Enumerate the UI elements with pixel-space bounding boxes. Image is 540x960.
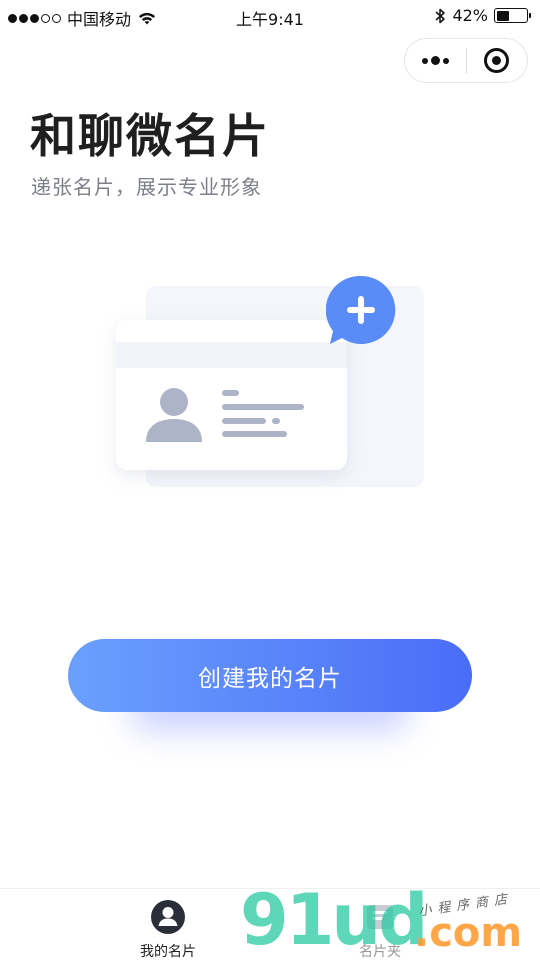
close-target-icon	[484, 48, 510, 73]
watermark-domain: .com	[414, 910, 523, 956]
person-placeholder-icon	[146, 388, 202, 442]
card-text-line	[272, 418, 280, 424]
business-card-illustration	[110, 270, 430, 500]
status-right: 42%	[434, 6, 531, 25]
card-header-band	[116, 342, 347, 368]
status-bar: 中国移动 上午9:41 42%	[0, 0, 540, 32]
watermark-logo: 91ud	[240, 879, 428, 960]
card-text-line	[222, 390, 239, 396]
tab-my-card[interactable]: 我的名片	[108, 899, 228, 960]
battery-fill	[496, 10, 509, 21]
close-miniprogram-button[interactable]	[466, 39, 527, 82]
user-circle-icon	[151, 900, 185, 934]
create-my-card-button[interactable]: 创建我的名片	[68, 639, 472, 712]
more-dots-icon	[421, 56, 449, 65]
battery-icon	[494, 8, 531, 23]
page-title: 和聊微名片	[30, 109, 270, 163]
bluetooth-icon	[435, 8, 446, 23]
more-button[interactable]	[405, 39, 466, 82]
front-card-shape	[116, 320, 347, 470]
card-text-line	[222, 431, 287, 437]
battery-percent: 42%	[452, 6, 488, 25]
tab-label: 我的名片	[140, 944, 196, 960]
page-subtitle: 递张名片，展示专业形象	[31, 175, 262, 199]
card-text-line	[222, 404, 304, 410]
miniprogram-capsule	[404, 38, 528, 83]
card-text-line	[222, 418, 266, 424]
add-card-bubble-icon	[326, 275, 396, 344]
